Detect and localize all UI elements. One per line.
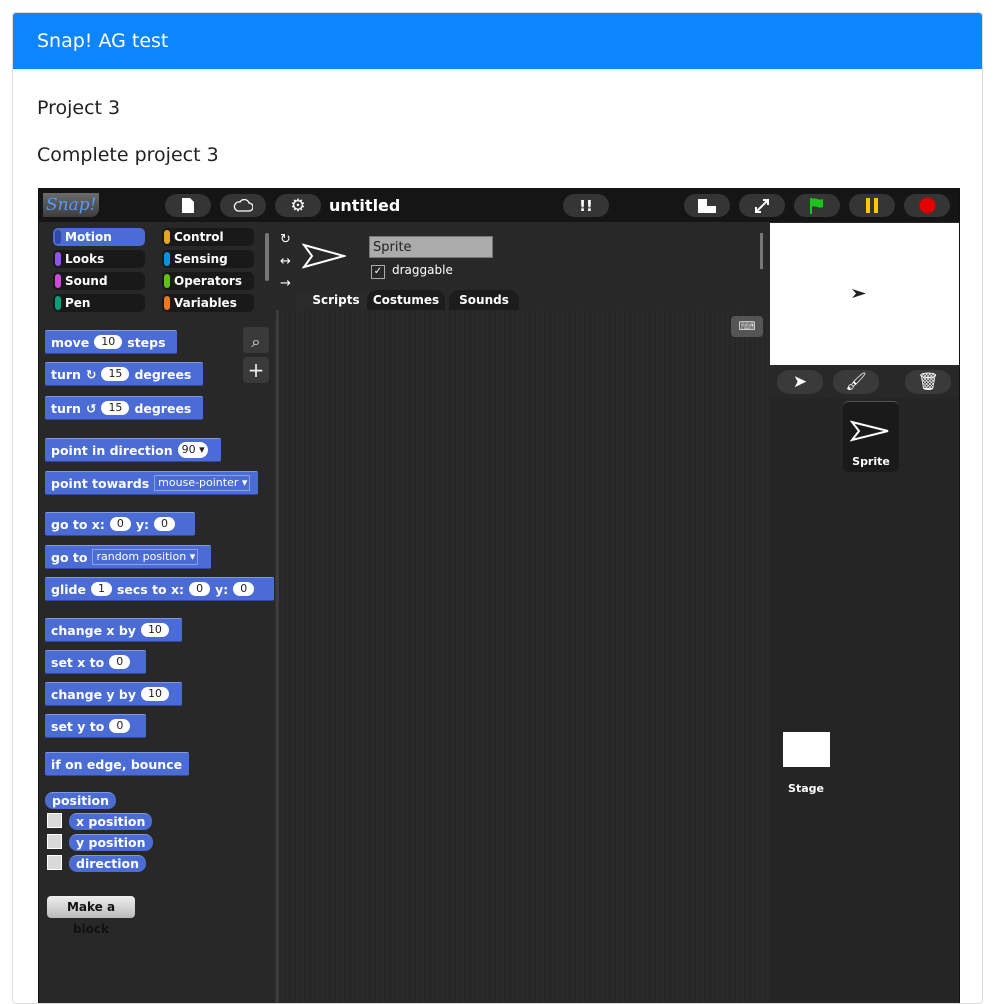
stage-size-button[interactable] — [684, 194, 730, 217]
stage[interactable] — [770, 223, 959, 365]
stop-button[interactable] — [904, 194, 950, 217]
draggable-checkbox[interactable]: ✓ — [371, 265, 385, 279]
green-flag-button[interactable] — [794, 194, 840, 217]
sprite-corral: Sprite Stage — [770, 398, 959, 1003]
tab-scripts[interactable]: Scripts — [296, 290, 376, 310]
draggable-label: draggable — [392, 263, 453, 277]
block-palette: ⌕ + move 10 steps turn ↻ 15 degrees turn ↺ 15 de… — [39, 319, 276, 1003]
make-a-block-button[interactable]: Make a block — [47, 896, 135, 936]
no-rotate-icon[interactable]: → — [280, 273, 291, 295]
block-turn-counterclockwise[interactable]: turn ↺ 15 degrees — [45, 396, 203, 420]
reporter-x-position[interactable]: x position — [69, 813, 153, 830]
corral-bar: ➤ 🖌 🗑 — [770, 366, 959, 398]
sprite-arrow-icon — [850, 420, 890, 442]
category-operators[interactable]: Operators — [162, 272, 254, 290]
block-point-in-direction[interactable]: point in direction 90 ▾ — [45, 438, 221, 462]
block-glide[interactable]: glide 1 secs to x: 0 y: 0 — [45, 577, 274, 601]
reporter-direction[interactable]: direction — [69, 855, 147, 872]
category-scrollbar[interactable] — [265, 233, 269, 281]
sprite-thumbnail[interactable]: Sprite — [843, 401, 899, 472]
sprite-name-input[interactable]: Sprite — [369, 236, 493, 258]
rotate-left-right-icon[interactable]: ↔ — [280, 251, 291, 273]
cloud-icon — [233, 199, 253, 212]
category-control[interactable]: Control — [162, 228, 254, 246]
paintbrush-icon: 🖌 — [845, 372, 867, 392]
y-position-checkbox[interactable] — [47, 834, 62, 849]
snap-top-bar: Snap! ⚙ untitled !! — [39, 189, 959, 222]
fullscreen-button[interactable] — [739, 194, 785, 217]
trash-button[interactable]: 🗑 — [905, 370, 951, 394]
keyboard-icon: ⌨ — [738, 319, 756, 333]
cloud-button[interactable] — [220, 194, 266, 217]
scripts-area[interactable]: ⌨ — [276, 310, 768, 1003]
tab-sounds[interactable]: Sounds — [449, 290, 519, 310]
rotate-ccw-icon: ↺ — [85, 400, 97, 416]
rotate-any-icon[interactable]: ↻ — [280, 229, 291, 251]
turtle-arrow-icon: ➤ — [792, 372, 808, 392]
footprints-icon: !! — [579, 196, 593, 215]
file-icon — [182, 198, 194, 213]
stop-icon — [919, 197, 936, 214]
pause-button[interactable] — [849, 194, 895, 217]
block-change-y[interactable]: change y by 10 — [45, 682, 182, 706]
dropdown-arrow-icon: ▾ — [189, 550, 196, 563]
stage-thumbnail[interactable] — [783, 732, 830, 767]
stage-thumbnail-label: Stage — [788, 782, 824, 795]
block-if-on-edge-bounce[interactable]: if on edge, bounce — [45, 752, 189, 776]
tab-costumes[interactable]: Costumes — [367, 290, 445, 310]
search-blocks-button[interactable]: ⌕ — [243, 327, 269, 353]
block-turn-clockwise[interactable]: turn ↻ 15 degrees — [45, 362, 203, 386]
scripts-scrollbar[interactable] — [276, 310, 279, 1003]
stage-mode-button[interactable]: !! — [563, 194, 609, 217]
file-button[interactable] — [165, 194, 211, 217]
category-pen[interactable]: Pen — [53, 294, 145, 312]
block-set-y[interactable]: set y to 0 — [45, 714, 146, 738]
reporter-y-position[interactable]: y position — [69, 834, 153, 851]
category-looks[interactable]: Looks — [53, 250, 145, 268]
block-go-to-xy[interactable]: go to x: 0 y: 0 — [45, 512, 195, 536]
block-change-x[interactable]: change x by 10 — [45, 618, 182, 642]
search-icon: ⌕ — [251, 332, 261, 351]
sprite-thumbnail-label: Sprite — [852, 455, 890, 468]
reporter-position[interactable]: position — [45, 792, 117, 809]
expand-icon — [754, 198, 770, 214]
project-heading: Project 3 — [37, 97, 121, 119]
plus-icon: + — [247, 358, 265, 382]
card-header: Snap! AG test — [13, 13, 982, 69]
sprite-costume-icon — [302, 243, 346, 269]
project-instruction: Complete project 3 — [37, 144, 219, 166]
direction-checkbox[interactable] — [47, 855, 62, 870]
snap-logo[interactable]: Snap! — [43, 193, 99, 217]
stage-size-icon — [698, 198, 716, 213]
x-position-checkbox[interactable] — [47, 813, 62, 828]
dropdown-arrow-icon: ▾ — [241, 476, 248, 489]
page-card: Snap! AG test Project 3 Complete project… — [12, 12, 983, 1004]
dropdown-arrow-icon: ▾ — [199, 443, 205, 456]
category-motion[interactable]: Motion — [53, 228, 145, 246]
block-go-to[interactable]: go to random position ▾ — [45, 545, 211, 569]
sprite-bar-scrollbar[interactable] — [760, 233, 763, 269]
block-set-x[interactable]: set x to 0 — [45, 650, 146, 674]
add-block-button[interactable]: + — [243, 357, 269, 383]
gear-icon: ⚙ — [290, 195, 306, 216]
settings-button[interactable]: ⚙ — [275, 194, 321, 217]
category-sound[interactable]: Sound — [53, 272, 145, 290]
pause-icon — [865, 198, 879, 213]
block-move[interactable]: move 10 steps — [45, 330, 177, 354]
trash-icon: 🗑 — [917, 372, 939, 392]
rotate-cw-icon: ↻ — [85, 366, 97, 382]
category-sensing[interactable]: Sensing — [162, 250, 254, 268]
category-variables[interactable]: Variables — [162, 294, 254, 312]
block-point-towards[interactable]: point towards mouse-pointer ▾ — [45, 471, 258, 495]
green-flag-icon — [809, 197, 825, 214]
add-turtle-sprite-button[interactable]: ➤ — [777, 370, 823, 394]
category-selector: Motion Looks Sound Pen Control Sensing O… — [39, 223, 275, 318]
rotation-style-buttons: ↻ ↔ → — [280, 229, 291, 295]
keyboard-entry-button[interactable]: ⌨ — [731, 316, 763, 337]
project-title: untitled — [329, 196, 401, 215]
paint-new-sprite-button[interactable]: 🖌 — [833, 370, 879, 394]
snap-editor: Snap! ⚙ untitled !! Motion Looks Sound P… — [38, 188, 960, 1003]
sprite-on-stage[interactable] — [852, 289, 866, 298]
